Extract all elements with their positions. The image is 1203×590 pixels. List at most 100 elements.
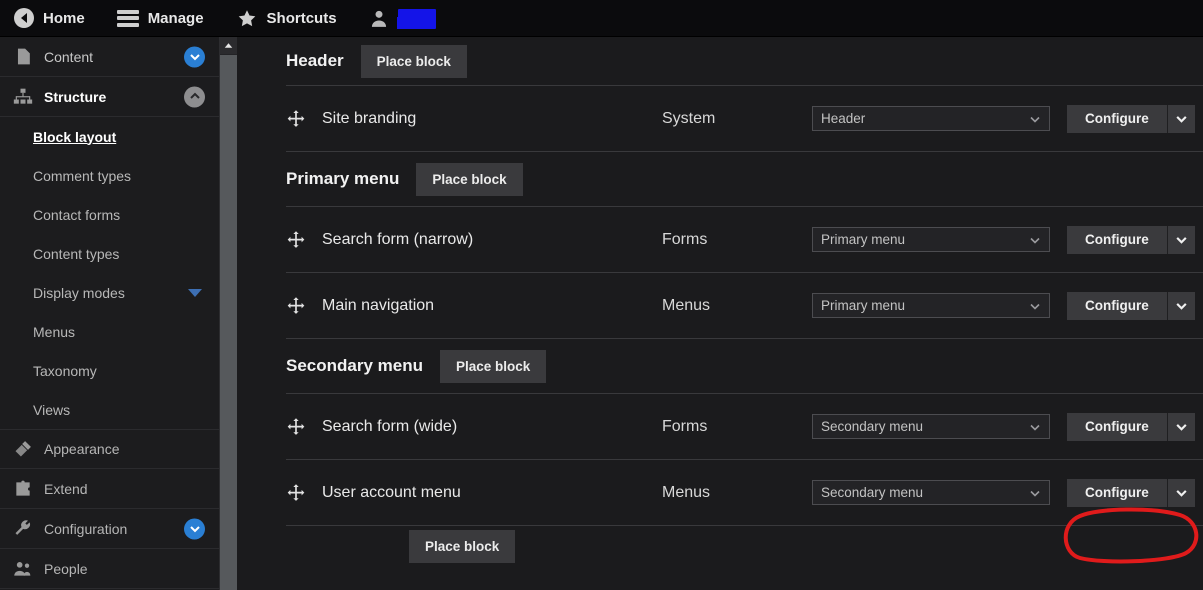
drag-handle-icon[interactable] xyxy=(286,483,306,503)
sidebar-item-contact-forms[interactable]: Contact forms xyxy=(0,195,219,234)
place-block-button-secondary-menu[interactable]: Place block xyxy=(440,349,547,383)
sidebar-item-views[interactable]: Views xyxy=(0,390,219,429)
table-row: User account menu Menus Secondary menu C… xyxy=(237,460,1203,525)
sidebar-item-extend[interactable]: Extend xyxy=(0,469,219,509)
configure-button-main-navigation[interactable]: Configure xyxy=(1067,291,1195,320)
sidebar-item-label: Views xyxy=(33,401,71,418)
configure-dropdown-toggle[interactable] xyxy=(1166,291,1195,320)
sidebar-item-structure[interactable]: Structure xyxy=(0,77,219,117)
configure-dropdown-toggle[interactable] xyxy=(1166,412,1195,441)
chevron-down-icon xyxy=(1176,303,1187,310)
region-select-value: Primary menu xyxy=(821,232,906,247)
configure-button-search-form-narrow[interactable]: Configure xyxy=(1067,225,1195,254)
sidebar-item-label: Content xyxy=(44,48,94,65)
configure-button-user-account-menu[interactable]: Configure xyxy=(1067,478,1195,507)
region-select[interactable]: Secondary menu xyxy=(812,480,1050,505)
sidebar-item-block-layout[interactable]: Block layout xyxy=(0,117,219,156)
sidebar-scrollbar[interactable] xyxy=(220,37,237,590)
redacted-username xyxy=(396,9,436,29)
chevron-down-icon[interactable] xyxy=(184,518,205,539)
chevron-down-icon xyxy=(1030,303,1040,310)
drag-handle-icon[interactable] xyxy=(286,109,306,129)
star-icon xyxy=(238,9,255,26)
block-name: Search form (wide) xyxy=(322,417,458,435)
chevron-down-icon[interactable] xyxy=(188,288,202,297)
sidebar-item-configuration[interactable]: Configuration xyxy=(0,509,219,549)
chevron-down-icon xyxy=(1030,237,1040,244)
hamburger-icon xyxy=(116,9,139,27)
sidebar-item-appearance[interactable]: Appearance xyxy=(0,429,219,469)
sidebar-item-content-types[interactable]: Content types xyxy=(0,234,219,273)
region-title: Header xyxy=(286,51,344,70)
sidebar-item-label: Menus xyxy=(33,323,76,340)
region-secondary-menu-heading: Secondary menu Place block xyxy=(237,339,1203,393)
configure-dropdown-toggle[interactable] xyxy=(1166,225,1195,254)
block-category: Forms xyxy=(662,230,708,248)
user-icon xyxy=(371,10,386,27)
scroll-up-button[interactable] xyxy=(220,37,237,54)
region-title: Secondary menu xyxy=(286,356,423,375)
configure-dropdown-toggle[interactable] xyxy=(1166,104,1195,133)
toolbar-item-label: Home xyxy=(43,9,85,27)
toolbar-item-home[interactable]: Home xyxy=(0,0,101,37)
region-select[interactable]: Primary menu xyxy=(812,227,1050,252)
sitemap-icon xyxy=(12,86,34,108)
sidebar-item-label: Appearance xyxy=(44,441,120,457)
place-block-button-primary-menu[interactable]: Place block xyxy=(416,162,523,196)
region-select-value: Secondary menu xyxy=(821,419,924,434)
sidebar-item-label: Display modes xyxy=(33,284,125,301)
chevron-up-icon[interactable] xyxy=(184,86,205,107)
sidebar-item-label: Contact forms xyxy=(33,206,121,223)
document-icon xyxy=(12,46,34,68)
block-category: Forms xyxy=(662,417,708,435)
place-block-button-next[interactable]: Place block xyxy=(409,529,516,563)
drag-handle-icon[interactable] xyxy=(286,417,306,437)
table-row: Main navigation Menus Primary menu Confi… xyxy=(237,273,1203,338)
chevron-down-icon xyxy=(1176,237,1187,244)
sidebar-item-taxonomy[interactable]: Taxonomy xyxy=(0,351,219,390)
drag-handle-icon[interactable] xyxy=(286,296,306,316)
region-select[interactable]: Header xyxy=(812,106,1050,131)
toolbar-item-manage[interactable]: Manage xyxy=(101,0,220,37)
sidebar-item-people[interactable]: People xyxy=(0,549,219,589)
configure-label: Configure xyxy=(1067,291,1167,320)
toolbar-item-label: Manage xyxy=(147,9,204,27)
block-category: Menus xyxy=(662,483,711,501)
puzzle-icon xyxy=(12,478,34,500)
block-layout-table: Header Place block Site branding System … xyxy=(237,37,1203,590)
sidebar-item-label: Taxonomy xyxy=(33,362,97,379)
drag-handle-icon[interactable] xyxy=(286,230,306,250)
people-icon xyxy=(12,558,34,580)
block-category: System xyxy=(662,109,716,127)
configure-button-search-form-wide[interactable]: Configure xyxy=(1067,412,1195,441)
region-next-heading-clipped: Place block xyxy=(237,526,1203,566)
block-name: Site branding xyxy=(322,109,417,127)
table-row: Search form (wide) Forms Secondary menu … xyxy=(237,394,1203,459)
region-select-value: Secondary menu xyxy=(821,485,924,500)
block-name: Main navigation xyxy=(322,296,435,314)
chevron-down-icon xyxy=(1176,490,1187,497)
sidebar-item-content[interactable]: Content xyxy=(0,37,219,77)
configure-label: Configure xyxy=(1067,412,1167,441)
scrollbar-thumb[interactable] xyxy=(220,55,237,590)
sidebar-item-menus[interactable]: Menus xyxy=(0,312,219,351)
sidebar-item-label: Configuration xyxy=(44,520,128,537)
admin-toolbar: Home Manage Shortcuts xyxy=(0,0,1203,37)
chevron-down-icon xyxy=(1030,490,1040,497)
admin-sidebar: Content Structure Block layout Comment t… xyxy=(0,37,220,590)
region-select[interactable]: Primary menu xyxy=(812,293,1050,318)
sidebar-item-label: Structure xyxy=(44,88,107,105)
sidebar-item-comment-types[interactable]: Comment types xyxy=(0,156,219,195)
chevron-down-icon[interactable] xyxy=(184,46,205,67)
configure-label: Configure xyxy=(1067,104,1167,133)
wrench-icon xyxy=(12,518,34,540)
chevron-down-icon xyxy=(1030,424,1040,431)
toolbar-item-shortcuts[interactable]: Shortcuts xyxy=(220,0,353,37)
sidebar-item-display-modes[interactable]: Display modes xyxy=(0,273,219,312)
configure-dropdown-toggle[interactable] xyxy=(1166,478,1195,507)
region-select[interactable]: Secondary menu xyxy=(812,414,1050,439)
configure-button-site-branding[interactable]: Configure xyxy=(1067,104,1195,133)
toolbar-item-user-account[interactable] xyxy=(353,0,452,37)
sidebar-item-label: Block layout xyxy=(33,128,117,145)
place-block-button-header[interactable]: Place block xyxy=(360,44,467,78)
